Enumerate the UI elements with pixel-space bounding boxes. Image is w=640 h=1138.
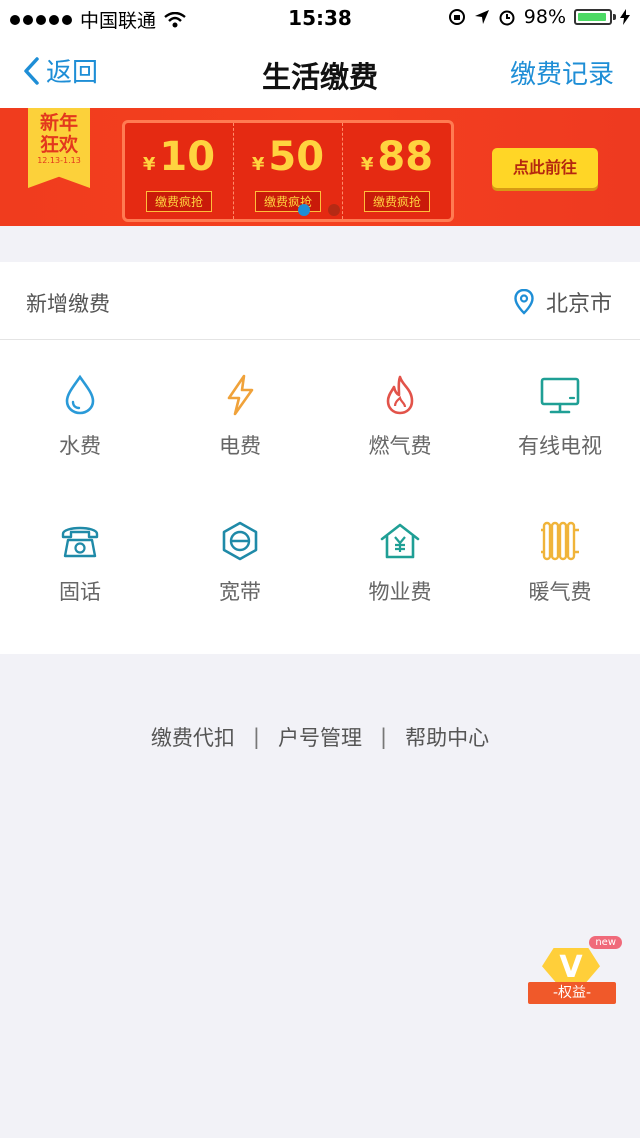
battery-percent: 98% [523, 6, 566, 28]
flame-icon [386, 375, 414, 415]
auto-debit-link[interactable]: 缴费代扣 [151, 722, 235, 752]
coupon: ¥88 缴费疯抢 [343, 123, 451, 219]
city-selector[interactable]: 北京市 [514, 286, 612, 318]
service-water[interactable]: 水费 [0, 340, 160, 480]
promo-banner[interactable]: 新年 狂欢 12.13-1.13 ¥10 缴费疯抢 ¥50 缴费疯抢 ¥88 缴… [0, 108, 640, 226]
coupon-label: 缴费疯抢 [363, 191, 430, 212]
carrier-label: 中国联通 [80, 10, 157, 32]
ribbon-line1: 新年 [39, 112, 78, 134]
currency-symbol: ¥ [142, 154, 156, 175]
signal-strength-icon [10, 14, 72, 25]
service-label: 物业费 [368, 580, 432, 604]
service-label: 固话 [59, 580, 101, 604]
service-label: 燃气费 [368, 434, 432, 458]
pager-dot-active[interactable] [298, 204, 310, 216]
service-broadband[interactable]: 宽带 [160, 486, 320, 626]
link-separator: | [252, 725, 260, 749]
ribbon-date: 12.13-1.13 [37, 156, 81, 165]
currency-symbol: ¥ [360, 154, 374, 175]
pager-dot[interactable] [328, 204, 340, 216]
go-now-button[interactable]: 点此前往 [492, 148, 598, 188]
city-label: 北京市 [545, 292, 612, 317]
new-payment-header: 新增缴费 北京市 [0, 262, 640, 340]
tv-icon [540, 377, 580, 414]
service-label: 水费 [59, 434, 101, 458]
back-button[interactable]: 返回 [22, 52, 98, 89]
status-bar: 中国联通 15:38 98% [0, 0, 640, 36]
help-center-link[interactable]: 帮助中心 [405, 722, 489, 752]
back-label: 返回 [46, 58, 99, 88]
new-badge: new [589, 936, 622, 949]
status-bar-right: 98% [448, 6, 630, 28]
service-electricity[interactable]: 电费 [160, 340, 320, 480]
coupon-amount: 10 [159, 134, 216, 180]
service-label: 宽带 [219, 580, 261, 604]
coupon-group: ¥10 缴费疯抢 ¥50 缴费疯抢 ¥88 缴费疯抢 [122, 120, 454, 222]
service-label: 暖气费 [528, 580, 592, 604]
service-gas[interactable]: 燃气费 [320, 340, 480, 480]
service-grid: 水费 电费 燃气费 有线电视 固话 宽带 物业费 暖气费 [0, 340, 640, 654]
service-label: 有线电视 [518, 434, 602, 458]
new-year-ribbon: 新年 狂欢 12.13-1.13 [28, 108, 90, 188]
service-label: 电费 [219, 434, 261, 458]
ribbon-line2: 狂欢 [39, 134, 78, 156]
chevron-left-icon [24, 56, 39, 85]
service-cable-tv[interactable]: 有线电视 [480, 340, 640, 480]
navigation-bar: 返回 生活缴费 缴费记录 [0, 36, 640, 108]
carousel-pager [298, 204, 340, 216]
radiator-icon [541, 521, 579, 561]
service-landline[interactable]: 固话 [0, 486, 160, 626]
status-bar-left: 中国联通 [10, 6, 186, 33]
account-management-link[interactable]: 户号管理 [278, 722, 362, 752]
badge-letter: V [559, 950, 583, 985]
coupon-label: 缴费疯抢 [145, 191, 212, 212]
charging-icon [620, 9, 630, 25]
coupon-amount: 88 [377, 134, 434, 180]
service-property[interactable]: 物业费 [320, 486, 480, 626]
location-arrow-icon [474, 10, 489, 24]
broadband-icon [222, 521, 258, 561]
wifi-icon [164, 11, 186, 27]
water-drop-icon [65, 374, 95, 415]
orientation-lock-icon [448, 9, 465, 25]
lightning-icon [227, 374, 254, 416]
house-yen-icon [380, 523, 420, 559]
coupon-amount: 50 [268, 134, 325, 180]
location-pin-icon [514, 289, 534, 315]
service-heating[interactable]: 暖气费 [480, 486, 640, 626]
alarm-icon [499, 10, 515, 26]
coupon: ¥10 缴费疯抢 [125, 123, 234, 219]
rights-label: -权益- [528, 982, 616, 1004]
link-separator: | [380, 725, 388, 749]
footer-links: 缴费代扣 | 户号管理 | 帮助中心 [0, 722, 640, 752]
section-title: 新增缴费 [26, 292, 110, 316]
rights-float-button[interactable]: V new -权益- [526, 936, 622, 1020]
payment-history-link[interactable]: 缴费记录 [510, 54, 614, 91]
battery-icon [574, 9, 616, 25]
telephone-icon [61, 526, 99, 558]
currency-symbol: ¥ [251, 154, 265, 175]
